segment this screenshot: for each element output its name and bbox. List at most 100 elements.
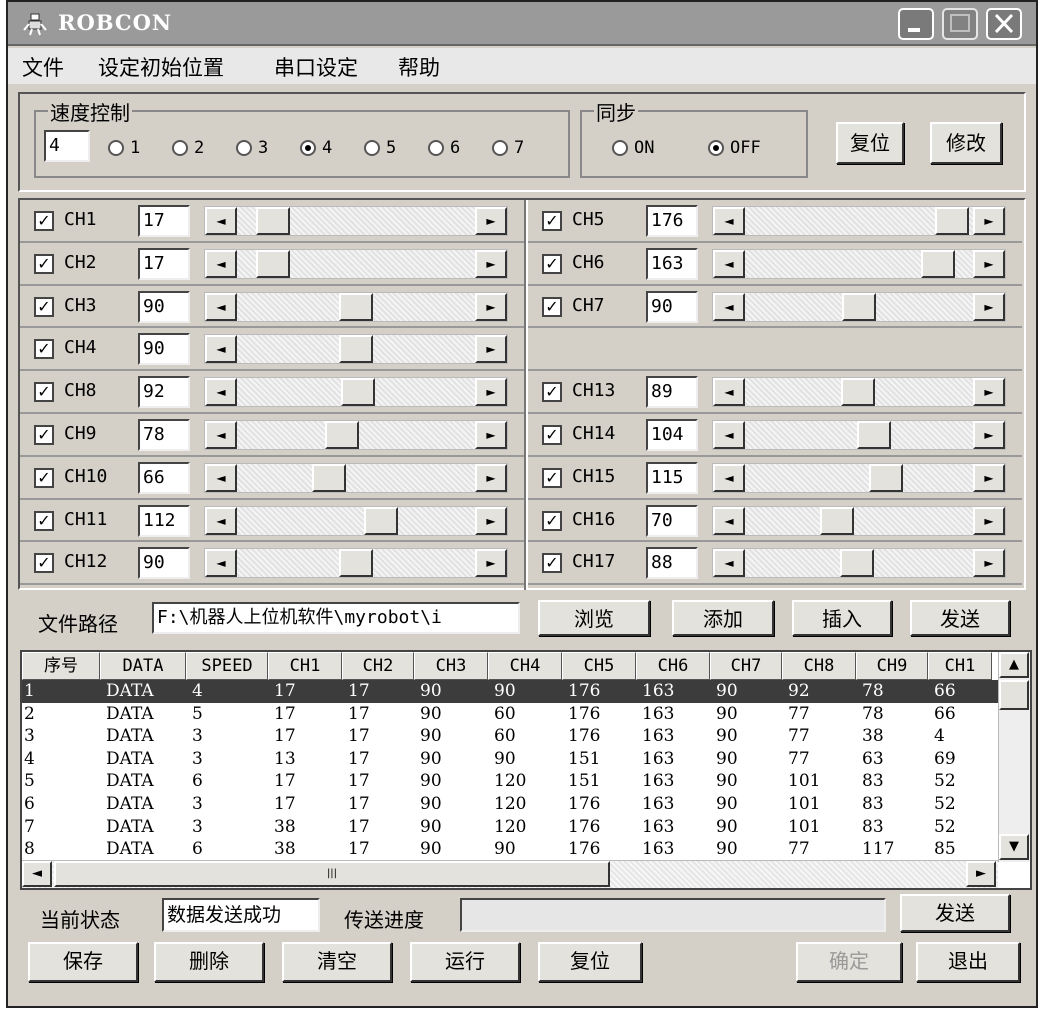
channel-checkbox[interactable]: ✓ bbox=[542, 467, 562, 488]
channel-value-input[interactable]: 17 bbox=[138, 205, 190, 237]
slider-thumb[interactable] bbox=[857, 421, 892, 449]
speed-radio-2[interactable]: 2 bbox=[172, 138, 204, 158]
channel-slider[interactable]: ◄ ► bbox=[204, 548, 508, 579]
slider-thumb[interactable] bbox=[842, 292, 876, 321]
channel-slider[interactable]: ◄ ► bbox=[204, 291, 508, 322]
channel-slider[interactable]: ◄ ► bbox=[204, 334, 508, 365]
vertical-scrollbar[interactable]: ▲ ▼ bbox=[998, 652, 1030, 862]
slider-thumb[interactable] bbox=[820, 506, 855, 535]
slider-thumb[interactable] bbox=[839, 549, 874, 578]
column-header[interactable]: DATA bbox=[100, 652, 186, 680]
channel-slider[interactable]: ◄ ► bbox=[712, 291, 1006, 322]
scroll-left-icon[interactable]: ◄ bbox=[205, 335, 237, 364]
scroll-right-icon[interactable]: ► bbox=[973, 249, 1005, 278]
reset-button-bottom[interactable]: 复位 bbox=[538, 942, 642, 982]
scroll-left-icon[interactable]: ◄ bbox=[205, 549, 237, 578]
delete-button[interactable]: 删除 bbox=[154, 942, 264, 982]
channel-checkbox[interactable]: ✓ bbox=[34, 382, 54, 403]
scroll-left-icon[interactable]: ◄ bbox=[205, 463, 237, 492]
scroll-right-icon[interactable]: ► bbox=[475, 421, 507, 449]
channel-value-input[interactable]: 90 bbox=[646, 290, 698, 323]
scroll-right-icon[interactable]: ► bbox=[475, 292, 507, 321]
channel-checkbox[interactable]: ✓ bbox=[542, 211, 562, 231]
channel-checkbox[interactable]: ✓ bbox=[34, 510, 54, 531]
channel-slider[interactable]: ◄ ► bbox=[712, 248, 1006, 279]
channel-value-input[interactable]: 176 bbox=[646, 205, 698, 237]
ok-button[interactable]: 确定 bbox=[796, 942, 902, 982]
channel-slider[interactable]: ◄ ► bbox=[204, 420, 508, 450]
sync-on-radio[interactable]: ON bbox=[612, 138, 654, 158]
scroll-right-icon[interactable]: ► bbox=[973, 506, 1005, 535]
scroll-left-icon[interactable]: ◄ bbox=[713, 421, 745, 449]
scroll-right-icon[interactable]: ► bbox=[475, 378, 507, 407]
title-bar[interactable]: ROBCON bbox=[8, 2, 1036, 46]
scroll-left-icon[interactable]: ◄ bbox=[713, 292, 745, 321]
sync-off-radio[interactable]: OFF bbox=[708, 138, 761, 158]
scroll-right-icon[interactable]: ► bbox=[475, 249, 507, 278]
run-button[interactable]: 运行 bbox=[410, 942, 520, 982]
table-row[interactable]: 7 DATA 3 38 17 90 120 176 163 90 101 83 52 bbox=[22, 816, 998, 839]
scroll-right-icon[interactable]: ► bbox=[973, 207, 1005, 235]
slider-thumb[interactable] bbox=[311, 463, 346, 492]
insert-button[interactable]: 插入 bbox=[792, 600, 892, 636]
speed-radio-6[interactable]: 6 bbox=[428, 138, 460, 158]
channel-checkbox[interactable]: ✓ bbox=[34, 467, 54, 488]
channel-slider[interactable]: ◄ ► bbox=[712, 206, 1006, 236]
channel-checkbox[interactable]: ✓ bbox=[542, 253, 562, 274]
scroll-left-icon[interactable]: ◄ bbox=[713, 506, 745, 535]
channel-checkbox[interactable]: ✓ bbox=[34, 553, 54, 574]
channel-value-input[interactable]: 89 bbox=[646, 376, 698, 409]
file-path-input[interactable]: F:\机器人上位机软件\myrobot\i bbox=[152, 602, 520, 634]
scroll-right-icon[interactable]: ► bbox=[973, 292, 1005, 321]
scroll-up-icon[interactable]: ▲ bbox=[999, 652, 1029, 678]
channel-checkbox[interactable]: ✓ bbox=[542, 296, 562, 317]
maximize-button[interactable] bbox=[942, 8, 978, 40]
channel-slider[interactable]: ◄ ► bbox=[712, 377, 1006, 408]
channel-value-input[interactable]: 163 bbox=[646, 247, 698, 280]
channel-checkbox[interactable]: ✓ bbox=[34, 425, 54, 445]
slider-thumb[interactable] bbox=[256, 207, 291, 235]
column-header[interactable]: CH6 bbox=[636, 652, 710, 680]
modify-button[interactable]: 修改 bbox=[930, 122, 1002, 164]
slider-thumb[interactable] bbox=[341, 378, 376, 407]
channel-checkbox[interactable]: ✓ bbox=[34, 211, 54, 231]
speed-radio-7[interactable]: 7 bbox=[492, 138, 524, 158]
scroll-left-icon[interactable]: ◄ bbox=[713, 207, 745, 235]
channel-value-input[interactable]: 66 bbox=[138, 461, 190, 494]
slider-thumb[interactable] bbox=[840, 378, 875, 407]
close-button[interactable] bbox=[986, 8, 1022, 40]
scroll-right-icon[interactable]: ► bbox=[966, 861, 996, 887]
slider-thumb[interactable] bbox=[934, 207, 969, 235]
menu-file[interactable]: 文件 bbox=[22, 52, 64, 82]
channel-value-input[interactable]: 90 bbox=[138, 547, 190, 580]
channel-value-input[interactable]: 90 bbox=[138, 333, 190, 366]
minimize-button[interactable] bbox=[898, 8, 934, 40]
scroll-left-icon[interactable]: ◄ bbox=[205, 292, 237, 321]
column-header[interactable]: CH1 bbox=[268, 652, 342, 680]
slider-thumb[interactable] bbox=[339, 292, 373, 321]
channel-checkbox[interactable]: ✓ bbox=[542, 553, 562, 574]
scroll-right-icon[interactable]: ► bbox=[475, 463, 507, 492]
channel-value-input[interactable]: 78 bbox=[138, 419, 190, 451]
scroll-left-icon[interactable]: ◄ bbox=[205, 249, 237, 278]
slider-thumb[interactable] bbox=[325, 421, 360, 449]
table-row[interactable]: 2 DATA 5 17 17 90 60 176 163 90 77 78 66 bbox=[22, 703, 998, 726]
speed-value-input[interactable]: 4 bbox=[44, 130, 90, 162]
exit-button[interactable]: 退出 bbox=[916, 942, 1020, 982]
column-header[interactable]: CH4 bbox=[488, 652, 562, 680]
slider-thumb[interactable] bbox=[363, 506, 398, 535]
scroll-left-icon[interactable]: ◄ bbox=[205, 421, 237, 449]
channel-value-input[interactable]: 92 bbox=[138, 376, 190, 409]
column-header[interactable]: 序号 bbox=[22, 652, 100, 680]
scroll-left-icon[interactable]: ◄ bbox=[205, 506, 237, 535]
scroll-right-icon[interactable]: ► bbox=[475, 207, 507, 235]
speed-radio-3[interactable]: 3 bbox=[236, 138, 268, 158]
channel-checkbox[interactable]: ✓ bbox=[34, 296, 54, 317]
channel-slider[interactable]: ◄ ► bbox=[712, 548, 1006, 579]
channel-value-input[interactable]: 70 bbox=[646, 504, 698, 537]
reset-button-top[interactable]: 复位 bbox=[836, 122, 904, 164]
scroll-right-icon[interactable]: ► bbox=[973, 378, 1005, 407]
send-button-path[interactable]: 发送 bbox=[910, 600, 1010, 636]
channel-slider[interactable]: ◄ ► bbox=[712, 462, 1006, 493]
channel-checkbox[interactable]: ✓ bbox=[542, 510, 562, 531]
